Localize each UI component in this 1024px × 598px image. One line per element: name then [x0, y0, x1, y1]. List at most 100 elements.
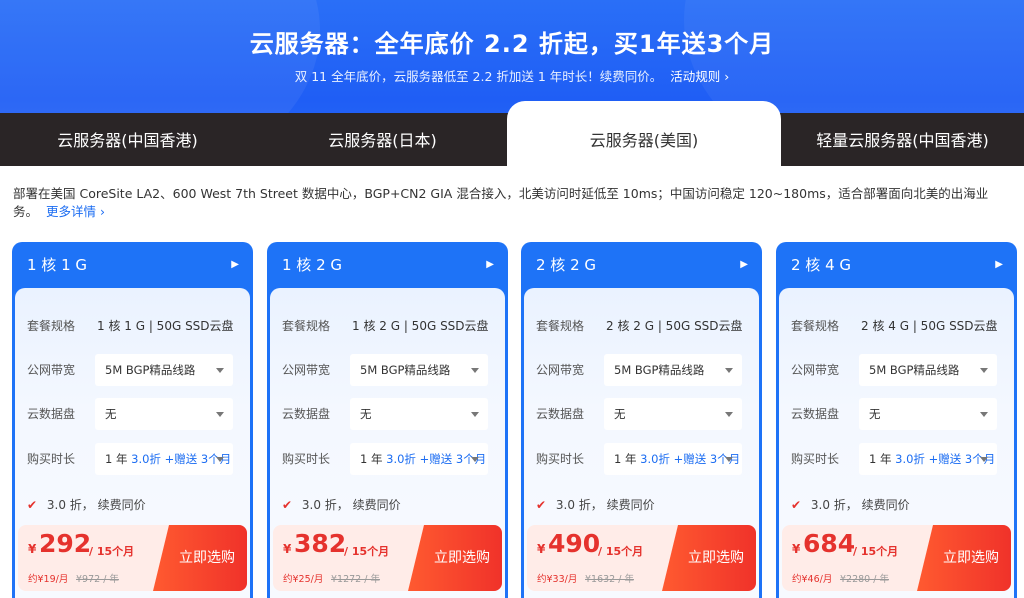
spec-value: 2 核 2 G | 50G SSD云盘 [606, 319, 743, 333]
disk-row: 云数据盘 无 [27, 398, 242, 430]
tab-lightweight-hongkong[interactable]: 轻量云服务器(中国香港) [781, 113, 1024, 166]
chevron-down-icon [216, 368, 224, 373]
currency-symbol: ¥ [28, 542, 37, 556]
plan-card-header[interactable]: 1 核 2 G ▶ [267, 242, 508, 288]
plan-card-header[interactable]: 2 核 2 G ▶ [521, 242, 762, 288]
monthly-price: 约¥19/月 [28, 574, 69, 585]
chevron-down-icon [725, 412, 733, 417]
plan-card-header[interactable]: 1 核 1 G ▶ [12, 242, 253, 288]
plan-title: 2 核 4 G [791, 256, 852, 274]
chevron-down-icon [471, 368, 479, 373]
bandwidth-select[interactable]: 5M BGP精品线路 [350, 354, 488, 386]
plan-card-body: 套餐规格 2 核 4 G | 50G SSD云盘 公网带宽 5M BGP精品线路… [779, 288, 1014, 598]
plan-title: 2 核 2 G [536, 256, 597, 274]
disk-label: 云数据盘 [536, 407, 585, 421]
tab-hongkong[interactable]: 云服务器(中国香港) [0, 113, 255, 166]
discount-note-text: 3.0 折， 续费同价 [301, 498, 401, 512]
duration-value: 1 年 3.0折 +赠送 3个月 [869, 443, 995, 475]
duration-label: 购买时长 [536, 452, 585, 466]
discount-note: ✔ 3.0 折， 续费同价 [791, 496, 910, 513]
spec-value: 1 核 1 G | 50G SSD云盘 [97, 319, 234, 333]
duration-row: 购买时长 1 年 3.0折 +赠送 3个月 [536, 443, 751, 475]
plan-card-body: 套餐规格 1 核 1 G | 50G SSD云盘 公网带宽 5M BGP精品线路… [15, 288, 250, 598]
more-details-link[interactable]: 更多详情 › [46, 204, 105, 219]
duration-discount: 3.0折 [895, 452, 925, 466]
chevron-down-icon [471, 457, 479, 462]
price-amount: 382 [294, 529, 347, 558]
duration-select[interactable]: 1 年 3.0折 +赠送 3个月 [350, 443, 488, 475]
region-tabs: 云服务器(中国香港) 云服务器(日本) 云服务器(美国) 轻量云服务器(中国香港… [0, 101, 1024, 166]
plan-card-header[interactable]: 2 核 4 G ▶ [776, 242, 1017, 288]
bandwidth-label: 公网带宽 [282, 363, 331, 377]
activity-rules-link[interactable]: 活动规则 › [670, 69, 729, 84]
plan-card-body: 套餐规格 2 核 2 G | 50G SSD云盘 公网带宽 5M BGP精品线路… [524, 288, 759, 598]
tab-usa[interactable]: 云服务器(美国) [507, 101, 781, 166]
buy-now-button[interactable]: 立即选购 [153, 525, 247, 591]
plan-card: 2 核 4 G ▶ 套餐规格 2 核 4 G | 50G SSD云盘 公网带宽 … [776, 242, 1017, 598]
price-box: ¥ 292 / 15个月 约¥19/月 ¥972 / 年 立即选购 [18, 525, 247, 591]
plan-card-body: 套餐规格 1 核 2 G | 50G SSD云盘 公网带宽 5M BGP精品线路… [270, 288, 505, 598]
price-period: / 15个月 [598, 545, 644, 558]
caret-right-icon: ▶ [995, 259, 1003, 270]
disk-select[interactable]: 无 [604, 398, 742, 430]
disk-value: 无 [105, 407, 117, 421]
duration-label: 购买时长 [791, 452, 840, 466]
check-icon: ✔ [282, 498, 293, 512]
plan-card: 1 核 2 G ▶ 套餐规格 1 核 2 G | 50G SSD云盘 公网带宽 … [267, 242, 508, 598]
bandwidth-select[interactable]: 5M BGP精品线路 [604, 354, 742, 386]
chevron-down-icon [216, 412, 224, 417]
original-price: ¥2280 / 年 [840, 574, 889, 585]
spec-row: 套餐规格 1 核 2 G | 50G SSD云盘 [282, 310, 497, 342]
chevron-down-icon [725, 368, 733, 373]
duration-discount: 3.0折 [386, 452, 416, 466]
spec-label: 套餐规格 [791, 319, 840, 333]
price-amount: 490 [548, 529, 601, 558]
bandwidth-label: 公网带宽 [27, 363, 76, 377]
caret-right-icon: ▶ [740, 259, 748, 270]
duration-row: 购买时长 1 年 3.0折 +赠送 3个月 [791, 443, 1006, 475]
discount-note-text: 3.0 折， 续费同价 [46, 498, 146, 512]
price-period: / 15个月 [344, 545, 390, 558]
disk-select[interactable]: 无 [95, 398, 233, 430]
duration-value: 1 年 3.0折 +赠送 3个月 [105, 443, 231, 475]
buy-now-button[interactable]: 立即选购 [662, 525, 756, 591]
duration-select[interactable]: 1 年 3.0折 +赠送 3个月 [95, 443, 233, 475]
duration-discount: 3.0折 [640, 452, 670, 466]
spec-row: 套餐规格 1 核 1 G | 50G SSD云盘 [27, 310, 242, 342]
bandwidth-label: 公网带宽 [791, 363, 840, 377]
disk-value: 无 [869, 407, 881, 421]
disk-value: 无 [360, 407, 372, 421]
monthly-price: 约¥46/月 [792, 574, 833, 585]
duration-select[interactable]: 1 年 3.0折 +赠送 3个月 [859, 443, 997, 475]
duration-year: 1 年 [614, 452, 637, 466]
caret-right-icon: ▶ [231, 259, 239, 270]
duration-value: 1 年 3.0折 +赠送 3个月 [614, 443, 740, 475]
disk-row: 云数据盘 无 [536, 398, 751, 430]
bandwidth-select[interactable]: 5M BGP精品线路 [95, 354, 233, 386]
disk-select[interactable]: 无 [350, 398, 488, 430]
currency-symbol: ¥ [283, 542, 292, 556]
duration-select[interactable]: 1 年 3.0折 +赠送 3个月 [604, 443, 742, 475]
spec-label: 套餐规格 [536, 319, 585, 333]
price-period: / 15个月 [89, 545, 135, 558]
disk-select[interactable]: 无 [859, 398, 997, 430]
discount-note: ✔ 3.0 折， 续费同价 [536, 496, 655, 513]
buy-now-button[interactable]: 立即选购 [917, 525, 1011, 591]
buy-now-button[interactable]: 立即选购 [408, 525, 502, 591]
chevron-down-icon [980, 412, 988, 417]
bandwidth-value: 5M BGP精品线路 [360, 363, 451, 377]
bandwidth-value: 5M BGP精品线路 [869, 363, 960, 377]
currency-symbol: ¥ [792, 542, 801, 556]
chevron-down-icon [471, 412, 479, 417]
price-amount: 292 [39, 529, 92, 558]
bandwidth-value: 5M BGP精品线路 [105, 363, 196, 377]
plan-card: 2 核 2 G ▶ 套餐规格 2 核 2 G | 50G SSD云盘 公网带宽 … [521, 242, 762, 598]
original-price: ¥1632 / 年 [585, 574, 634, 585]
discount-note: ✔ 3.0 折， 续费同价 [282, 496, 401, 513]
price-amount: 684 [803, 529, 856, 558]
bandwidth-select[interactable]: 5M BGP精品线路 [859, 354, 997, 386]
tab-japan[interactable]: 云服务器(日本) [255, 113, 510, 166]
chevron-down-icon [216, 457, 224, 462]
bandwidth-value: 5M BGP精品线路 [614, 363, 705, 377]
duration-year: 1 年 [105, 452, 128, 466]
